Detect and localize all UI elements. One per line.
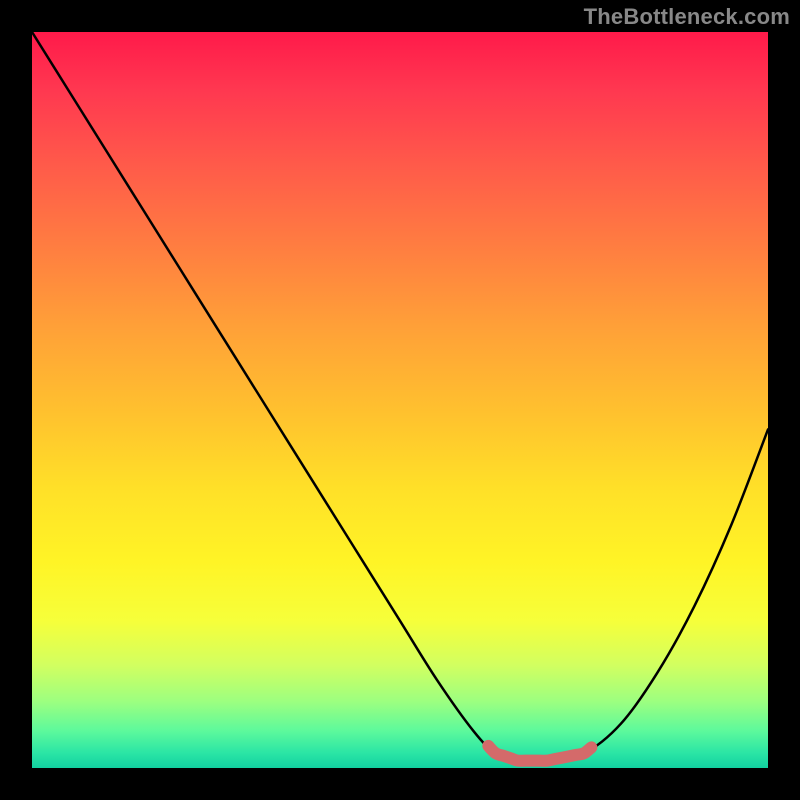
plot-area [32, 32, 768, 768]
bottleneck-curve [32, 32, 768, 768]
chart-frame: TheBottleneck.com [0, 0, 800, 800]
watermark-text: TheBottleneck.com [584, 4, 790, 30]
